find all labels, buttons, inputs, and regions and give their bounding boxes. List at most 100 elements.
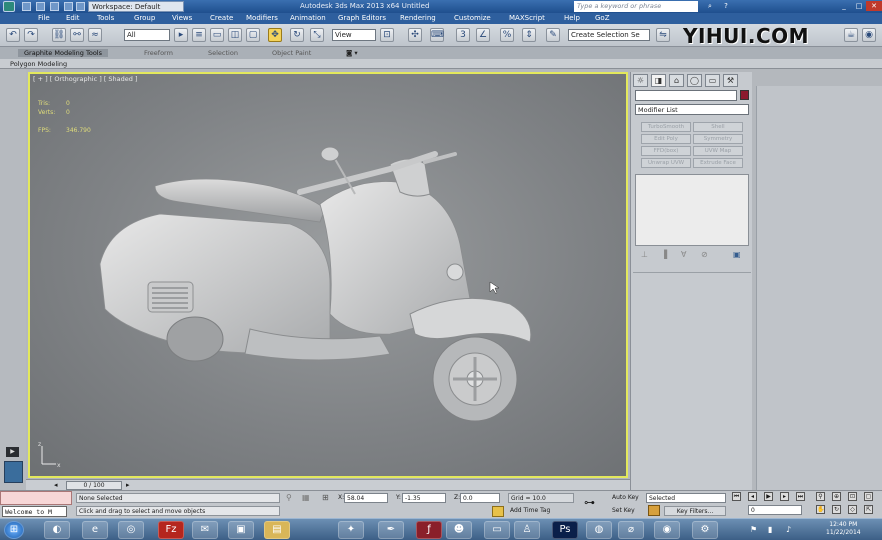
- next-frame-icon[interactable]: ▸: [126, 481, 130, 489]
- modify-tab-icon[interactable]: ◨: [651, 74, 666, 87]
- app-icon-monitor[interactable]: ▭: [484, 521, 510, 539]
- welcome-field[interactable]: Welcome to M: [2, 506, 67, 517]
- unlink-icon[interactable]: ⚯: [70, 28, 84, 42]
- modifier-btn-symmetry[interactable]: Symmetry: [693, 134, 743, 144]
- search-input[interactable]: Type a keyword or phrase: [574, 1, 698, 12]
- zoom-all-icon[interactable]: ⊕: [832, 492, 841, 501]
- key-icon[interactable]: ⊶: [584, 496, 595, 509]
- percent-snap-icon[interactable]: %: [500, 28, 514, 42]
- auto-key-button[interactable]: Auto Key: [610, 493, 644, 503]
- ribbon-panel-label[interactable]: Polygon Modeling: [0, 59, 882, 69]
- object-name-field[interactable]: [635, 90, 737, 101]
- make-unique-icon[interactable]: ∀: [681, 250, 686, 259]
- zoom-extents-icon[interactable]: ⊡: [848, 492, 857, 501]
- play-icon[interactable]: ▶: [764, 492, 773, 501]
- menu-goz[interactable]: GoZ: [595, 14, 610, 22]
- modifier-btn-ffd-box[interactable]: FFD(box): [641, 146, 691, 156]
- tab-selection[interactable]: Selection: [208, 49, 238, 57]
- field-of-view-icon[interactable]: ◇: [848, 505, 857, 514]
- select-by-name-icon[interactable]: ≡: [192, 28, 206, 42]
- angle-snap-icon[interactable]: ∠: [476, 28, 490, 42]
- motion-tab-icon[interactable]: ◯: [687, 74, 702, 87]
- create-tab-icon[interactable]: ☼: [633, 74, 648, 87]
- bind-space-warp-icon[interactable]: ≈: [88, 28, 102, 42]
- add-time-tag[interactable]: Add Time Tag: [508, 506, 574, 516]
- snaps-toggle-icon[interactable]: 3: [456, 28, 470, 42]
- menu-animation[interactable]: Animation: [290, 14, 326, 22]
- modifier-btn-unwrap-uvw[interactable]: Unwrap UVW: [641, 158, 691, 168]
- tray-network-icon[interactable]: ▮: [768, 525, 772, 534]
- reference-coord-dropdown[interactable]: View: [332, 29, 376, 41]
- flash-icon[interactable]: ƒ: [416, 521, 442, 539]
- terminal-icon[interactable]: ▣: [228, 521, 254, 539]
- pan-icon[interactable]: ✋: [816, 505, 825, 514]
- utilities-tab-icon[interactable]: ⚒: [723, 74, 738, 87]
- filezilla-icon[interactable]: Fz: [158, 521, 184, 539]
- minimize-icon[interactable]: _: [836, 1, 852, 11]
- goto-start-icon[interactable]: ⏮: [732, 492, 741, 501]
- viewport-perspective[interactable]: [ + ] [ Orthographic ] [ Shaded ] Tris: …: [28, 72, 628, 478]
- mirror-icon[interactable]: ⇋: [656, 28, 670, 42]
- modifier-btn-turbosmooth[interactable]: TurboSmooth: [641, 122, 691, 132]
- menu-group[interactable]: Group: [134, 14, 155, 22]
- modifier-btn-shell[interactable]: Shell: [693, 122, 743, 132]
- walkthrough-icon[interactable]: ⇱: [864, 505, 873, 514]
- play-mini-icon[interactable]: ▶: [6, 447, 19, 457]
- save-icon[interactable]: [50, 2, 59, 11]
- undo-icon[interactable]: [64, 2, 73, 11]
- app-icon[interactable]: [3, 1, 15, 12]
- current-frame-field[interactable]: 0: [748, 505, 802, 515]
- ribbon-options-icon[interactable]: ◙ ▾: [346, 49, 358, 57]
- x-coordinate-field[interactable]: 58.04: [344, 493, 388, 503]
- menu-create[interactable]: Create: [210, 14, 233, 22]
- maximize-viewport-icon[interactable]: ▢: [864, 492, 873, 501]
- scooter-model[interactable]: z x: [30, 74, 626, 476]
- tray-flag-icon[interactable]: ⚑: [750, 525, 757, 534]
- edit-named-selection-icon[interactable]: ✎: [546, 28, 560, 42]
- configure-sets-icon[interactable]: ▣: [733, 250, 741, 259]
- menu-graph-editors[interactable]: Graph Editors: [338, 14, 386, 22]
- selection-filter-dropdown[interactable]: All: [124, 29, 170, 41]
- chrome-icon[interactable]: ◎: [118, 521, 144, 539]
- y-coordinate-field[interactable]: -1.35: [402, 493, 446, 503]
- select-rotate-icon[interactable]: ↻: [290, 28, 304, 42]
- spinner-snap-icon[interactable]: ⇕: [522, 28, 536, 42]
- key-filter-dropdown[interactable]: Selected: [646, 493, 726, 503]
- add-time-tag-icon[interactable]: [492, 506, 504, 517]
- remove-modifier-icon[interactable]: ⊘: [701, 250, 708, 259]
- selection-icon[interactable]: ▢: [246, 28, 260, 42]
- menu-tools[interactable]: Tools: [97, 14, 114, 22]
- search-icon[interactable]: ⌕: [702, 1, 718, 11]
- key-filters-button[interactable]: Key Filters...: [664, 506, 726, 516]
- pin-stack-icon[interactable]: ⊥: [641, 250, 648, 259]
- isolate-icon[interactable]: ▦: [302, 493, 310, 502]
- select-manipulate-icon[interactable]: ✣: [408, 28, 422, 42]
- menu-edit[interactable]: Edit: [66, 14, 80, 22]
- time-slider[interactable]: 0 / 100: [66, 481, 122, 490]
- app-icon-red[interactable]: ◍: [586, 521, 612, 539]
- explorer-icon[interactable]: ▤: [264, 521, 290, 539]
- next-key-icon[interactable]: ▸: [780, 492, 789, 501]
- menu-help[interactable]: Help: [564, 14, 580, 22]
- modifier-btn-uvw-map[interactable]: UVW Map: [693, 146, 743, 156]
- app-icon-green[interactable]: ◉: [654, 521, 680, 539]
- window-crossing-icon[interactable]: ◫: [228, 28, 242, 42]
- close-icon[interactable]: ✕: [866, 1, 882, 11]
- help-icon[interactable]: ?: [718, 1, 734, 11]
- render-icon[interactable]: ◉: [862, 28, 876, 42]
- clock[interactable]: 12:40 PM 11/22/2014: [826, 521, 861, 537]
- select-object-icon[interactable]: ▸: [174, 28, 188, 42]
- menu-file[interactable]: File: [38, 14, 50, 22]
- app-icon-gear[interactable]: ⚙: [692, 521, 718, 539]
- start-button[interactable]: ⊞: [4, 521, 24, 539]
- named-selection-dropdown[interactable]: Create Selection Se: [568, 29, 650, 41]
- orbit-icon[interactable]: ↻: [832, 505, 841, 514]
- dropbox-icon[interactable]: ✦: [338, 521, 364, 539]
- hierarchy-tab-icon[interactable]: ⌂: [669, 74, 684, 87]
- z-coordinate-field[interactable]: 0.0: [460, 493, 500, 503]
- modifier-stack[interactable]: [635, 174, 749, 246]
- maxscript-listener[interactable]: [0, 491, 72, 505]
- goto-end-icon[interactable]: ⏭: [796, 492, 805, 501]
- app-icon-face[interactable]: ☻: [446, 521, 472, 539]
- undo-icon[interactable]: ↶: [6, 28, 20, 42]
